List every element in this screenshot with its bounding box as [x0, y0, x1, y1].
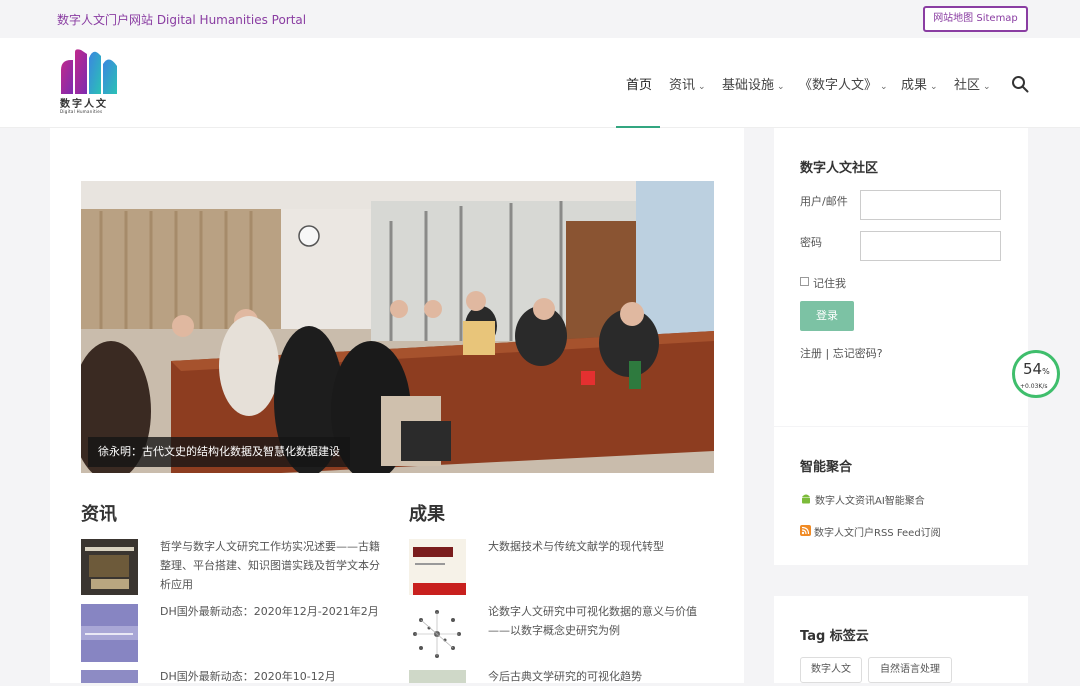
chevron-down-icon: ⌄ — [880, 82, 888, 92]
top-bar: 数字人文门户网站 Digital Humanities Portal 网站地图 … — [0, 0, 1080, 38]
login-button[interactable]: 登录 — [800, 301, 854, 331]
nav-results[interactable]: 成果 ⌄ — [901, 74, 938, 93]
password-input[interactable] — [860, 231, 1001, 261]
results-thumb-3[interactable] — [409, 670, 466, 683]
speed-rate: +0.03K/s — [1020, 383, 1048, 390]
sitemap-button[interactable]: 网站地图 Sitemap — [923, 6, 1028, 32]
search-icon[interactable] — [1011, 75, 1029, 93]
logo-subtext: Digital Humanities — [60, 109, 103, 114]
nav-infrastructure[interactable]: 基础设施 ⌄ — [722, 74, 785, 93]
chevron-down-icon: ⌄ — [698, 82, 706, 92]
aggregate-title: 智能聚合 — [800, 460, 853, 475]
logo-mark-icon — [61, 49, 117, 94]
header: 数字人文 Digital Humanities 首页 资讯 ⌄ 基础设施 ⌄ 《数字… — [0, 38, 1080, 128]
news-thumb-1[interactable] — [81, 539, 138, 595]
username-input[interactable] — [860, 190, 1001, 220]
meeting-photo — [81, 181, 714, 473]
book-image — [81, 539, 138, 595]
results-item-2[interactable]: 论数字人文研究中可视化数据的意义与价值——以数字概念史研究为例 — [488, 602, 714, 640]
hero-caption[interactable]: 徐永明：古代文史的结构化数据及智慧化数据建设 — [88, 437, 350, 467]
rss-icon — [800, 525, 811, 536]
ai-aggregate-link[interactable]: 数字人文资讯AI智能聚合 — [815, 492, 925, 507]
news-item-2[interactable]: DH国外最新动态：2020年12月-2021年2月 — [160, 602, 382, 621]
site-logo[interactable]: 数字人文 Digital Humanities — [59, 48, 121, 120]
nav-journal[interactable]: 《数字人文》 ⌄ — [799, 74, 888, 93]
remember-label[interactable]: 记住我 — [813, 275, 846, 291]
password-label: 密码 — [800, 236, 822, 249]
results-section-title[interactable]: 成果 — [409, 500, 445, 526]
tag-item[interactable]: 自然语言处理 — [868, 657, 952, 683]
news-thumb-2[interactable] — [81, 604, 138, 662]
news-section-title[interactable]: 资讯 — [81, 500, 117, 526]
news-thumb-3[interactable] — [81, 670, 138, 683]
network-speed-widget[interactable]: 54% +0.03K/s — [1012, 350, 1060, 398]
nav-news[interactable]: 资讯 ⌄ — [669, 74, 706, 93]
nav-home[interactable]: 首页 — [626, 74, 652, 93]
tag-item[interactable]: 数字人文 — [800, 657, 862, 683]
site-name[interactable]: 数字人文门户网站 Digital Humanities Portal — [57, 11, 306, 28]
featured-slider[interactable] — [81, 181, 714, 473]
news-item-3[interactable]: DH国外最新动态：2020年10-12月 — [160, 667, 382, 686]
android-icon — [802, 494, 810, 504]
nav-community[interactable]: 社区 ⌄ — [954, 74, 991, 93]
dh-news-image — [81, 604, 138, 662]
chevron-down-icon: ⌄ — [930, 82, 938, 92]
community-title: 数字人文社区 — [800, 161, 879, 176]
news-item-1[interactable]: 哲学与数字人文研究工作坊实况述要——古籍整理、平台搭建、知识图谱实践及哲学文本分… — [160, 537, 382, 594]
results-item-3[interactable]: 今后古典文学研究的可视化趋势 — [488, 667, 714, 686]
remember-checkbox[interactable] — [800, 277, 809, 286]
tag-cloud-title: Tag 标签云 — [800, 629, 869, 644]
chevron-down-icon: ⌄ — [983, 82, 991, 92]
journal-cover-image — [409, 539, 466, 595]
logo-text: 数字人文 — [60, 99, 108, 110]
speed-percent: 54% — [1023, 360, 1050, 378]
username-label: 用户/邮件 — [800, 195, 848, 208]
network-graph-image — [413, 610, 461, 658]
register-forgot-links[interactable]: 注册 | 忘记密码? — [800, 345, 883, 361]
rss-feed-link[interactable]: 数字人文门户RSS Feed订阅 — [814, 524, 941, 539]
results-thumb-1[interactable] — [409, 539, 466, 595]
results-thumb-2[interactable] — [409, 604, 466, 662]
chevron-down-icon: ⌄ — [777, 82, 785, 92]
results-item-1[interactable]: 大数据技术与传统文献学的现代转型 — [488, 537, 714, 556]
